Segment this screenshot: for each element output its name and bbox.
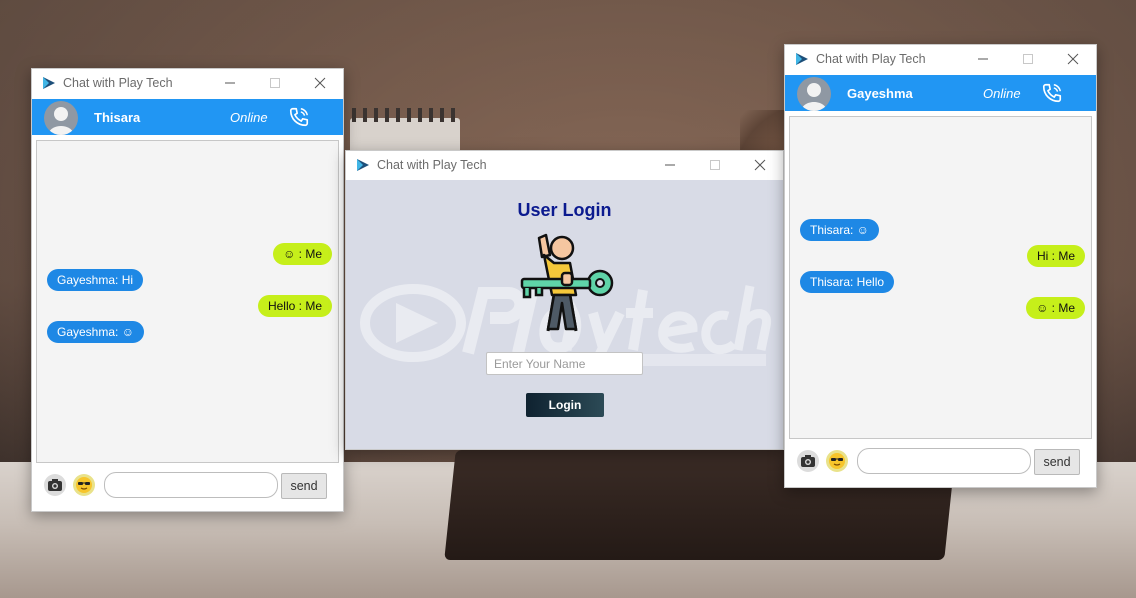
minimize-button[interactable] [650,151,690,179]
sunglasses-emoji-icon [76,477,92,493]
close-icon [314,77,326,89]
message-bubble: Gayeshma: ☺ [47,321,144,343]
minimize-icon [665,164,675,166]
send-button[interactable]: send [281,473,327,499]
avatar-icon [44,101,78,135]
send-button[interactable]: send [1034,449,1080,475]
minimize-button[interactable] [210,69,250,97]
message-bubble: Gayeshma: Hi [47,269,144,291]
username-input[interactable]: Enter Your Name [486,352,643,375]
message-area[interactable]: ☺ : Me Gayeshma: Hi Hello : Me Gayeshma:… [36,140,339,463]
app-logo-icon [357,159,369,171]
phone-call-icon[interactable] [288,106,310,128]
message-bubble: Hello : Me [257,295,332,317]
camera-button[interactable] [44,474,66,496]
contact-name: Thisara [94,110,141,125]
chat-window-thisara: Chat with Play Tech Thisara Online ☺ : M… [31,68,344,512]
maximize-icon [1023,54,1033,64]
minimize-icon [225,82,235,84]
app-logo-icon [796,53,808,65]
login-window: Chat with Play Tech User Login Enter You… [345,150,784,450]
phone-call-icon[interactable] [1041,82,1063,104]
maximize-button[interactable] [695,151,735,179]
maximize-icon [270,78,280,88]
message-input[interactable] [857,448,1031,474]
camera-icon [48,479,62,491]
window-title: Chat with Play Tech [816,52,926,66]
sunglasses-emoji-icon [829,453,845,469]
message-bubble: ☺ : Me [1026,297,1085,319]
camera-icon [801,455,815,467]
chat-header: Gayeshma Online [785,75,1096,111]
title-bar[interactable]: Chat with Play Tech [785,45,1096,73]
key-person-icon [520,233,614,332]
message-input[interactable] [104,472,278,498]
chat-window-gayeshma: Chat with Play Tech Gayeshma Online This… [784,44,1097,488]
login-panel: User Login Enter Your Name Login [346,180,783,449]
minimize-button[interactable] [963,45,1003,73]
contact-name: Gayeshma [847,86,913,101]
window-title: Chat with Play Tech [63,76,173,90]
contact-status: Online [983,86,1021,101]
message-bubble: Thisara: ☺ [800,219,879,241]
emoji-button[interactable] [73,474,95,496]
close-button[interactable] [300,69,340,97]
title-bar[interactable]: Chat with Play Tech [346,151,783,179]
maximize-button[interactable] [1008,45,1048,73]
app-logo-icon [43,77,55,89]
contact-status: Online [230,110,268,125]
wallpaper-notebook-rings [352,108,456,122]
maximize-button[interactable] [255,69,295,97]
window-title: Chat with Play Tech [377,158,487,172]
emoji-button[interactable] [826,450,848,472]
login-heading: User Login [517,200,612,220]
chat-header: Thisara Online [32,99,343,135]
login-button[interactable]: Login [526,393,604,417]
minimize-icon [978,58,988,60]
message-bubble: ☺ : Me [273,243,332,265]
message-area[interactable]: Thisara: ☺ Hi : Me Thisara: Hello ☺ : Me [789,116,1092,439]
close-button[interactable] [740,151,780,179]
avatar-icon [797,77,831,111]
message-bubble: Hi : Me [1026,245,1085,267]
maximize-icon [710,160,720,170]
close-button[interactable] [1053,45,1093,73]
message-bubble: Thisara: Hello [800,271,895,293]
title-bar[interactable]: Chat with Play Tech [32,69,343,97]
camera-button[interactable] [797,450,819,472]
close-icon [1067,53,1079,65]
close-icon [754,159,766,171]
